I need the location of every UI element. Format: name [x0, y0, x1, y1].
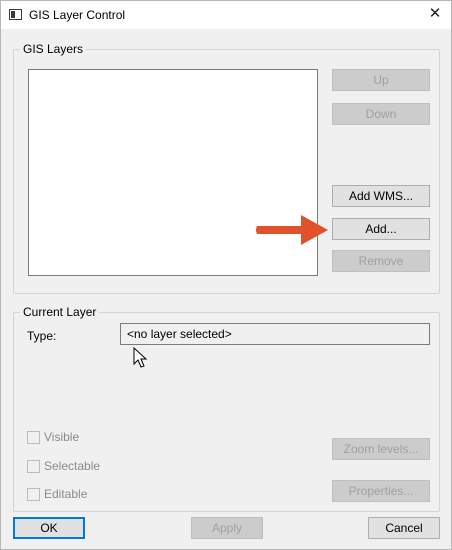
down-button[interactable]: Down: [332, 103, 430, 125]
selectable-checkbox-box[interactable]: [27, 459, 40, 473]
mouse-pointer-icon: [133, 347, 148, 368]
add-layer-button[interactable]: Add...: [332, 218, 430, 240]
arrow-right-icon: [256, 215, 328, 245]
title-bar[interactable]: GIS Layer Control ✕: [1, 1, 451, 29]
properties-button[interactable]: Properties...: [332, 480, 430, 502]
type-field: <no layer selected>: [120, 323, 430, 345]
type-label: Type:: [27, 329, 57, 343]
apply-button[interactable]: Apply: [191, 517, 263, 539]
editable-checkbox-box[interactable]: [27, 487, 40, 501]
remove-button[interactable]: Remove: [332, 250, 430, 272]
add-wms-button[interactable]: Add WMS...: [332, 185, 430, 207]
gis-layers-group-label: GIS Layers: [20, 42, 87, 56]
cancel-button[interactable]: Cancel: [368, 517, 440, 539]
window-title: GIS Layer Control: [29, 8, 126, 22]
visible-checkbox-box[interactable]: [27, 430, 40, 444]
current-layer-group-label: Current Layer: [20, 305, 100, 319]
selectable-checkbox[interactable]: Selectable: [27, 458, 100, 474]
editable-checkbox-label: Editable: [44, 487, 88, 501]
window-app-icon: [9, 9, 22, 20]
selectable-checkbox-label: Selectable: [44, 459, 101, 473]
visible-checkbox[interactable]: Visible: [27, 429, 79, 445]
zoom-levels-button[interactable]: Zoom levels...: [332, 438, 430, 460]
ok-button[interactable]: OK: [13, 517, 85, 539]
close-icon[interactable]: ✕: [423, 3, 447, 25]
up-button[interactable]: Up: [332, 69, 430, 91]
editable-checkbox[interactable]: Editable: [27, 486, 87, 502]
visible-checkbox-label: Visible: [44, 430, 80, 444]
gis-layer-control-window: GIS Layer Control ✕ GIS Layers Up Down A…: [0, 0, 452, 550]
